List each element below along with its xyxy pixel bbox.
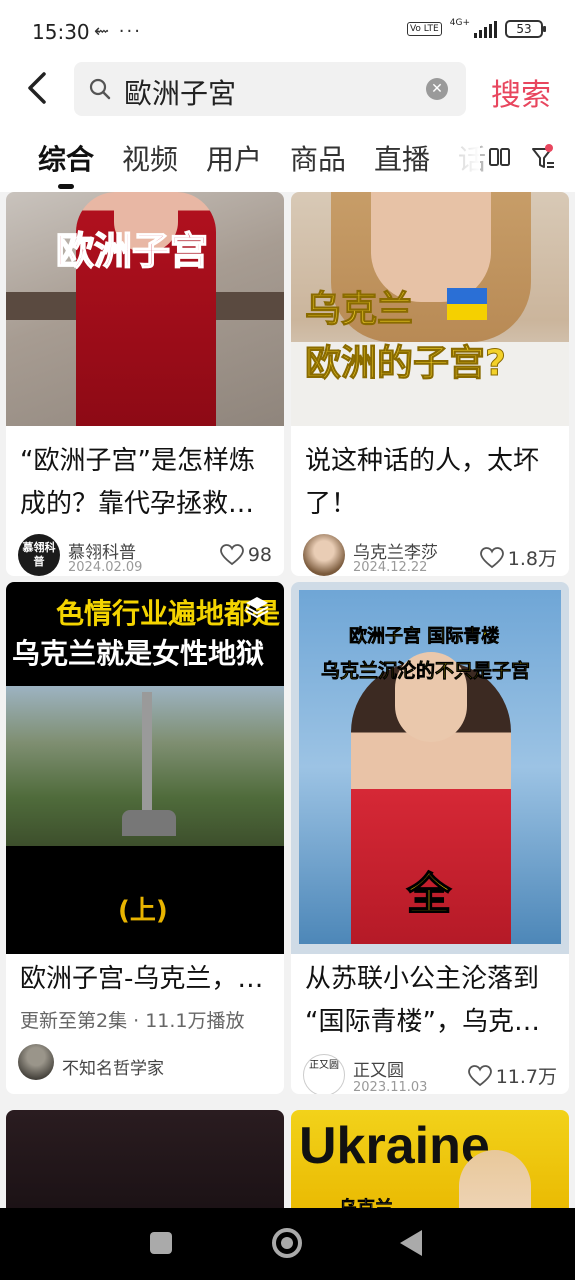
like-count: 1.8万: [507, 548, 557, 570]
heart-icon: [467, 1064, 492, 1086]
result-card[interactable]: 欧洲子宫 国际青楼 乌克兰沉沦的不只是子宫 全 从苏联小公主沦落到 “国际青楼”…: [291, 582, 569, 1094]
result-card[interactable]: [6, 1110, 284, 1208]
post-date: 2024.12.22: [353, 560, 428, 575]
clear-icon[interactable]: ✕: [426, 78, 448, 100]
avatar-text: 正又圆: [309, 1060, 339, 1071]
card-title: 从苏联小公主沦落到 “国际青楼”，乌克…: [305, 958, 557, 1044]
battery-icon: 53: [505, 20, 546, 38]
post-date: 2024.02.09: [68, 560, 143, 575]
tab-comprehensive[interactable]: 综合: [38, 138, 94, 178]
card-title-line: “欧洲子宫”是怎样炼: [20, 446, 255, 476]
card-thumbnail: [6, 1110, 284, 1208]
avatar[interactable]: [303, 534, 345, 576]
thumbnail-caption: 全: [406, 868, 452, 921]
thumbnail-caption: 乌克兰沉沦的不只是子宫: [321, 660, 531, 683]
result-card[interactable]: 乌克兰 欧洲的子宫? 说这种话的人，太坏 了！ 乌克兰李莎 2024.12.22…: [291, 192, 569, 576]
thumbnail-caption: 欧洲子宫: [55, 228, 209, 274]
heart-icon: [219, 544, 244, 566]
card-title: 说这种话的人，太坏 了！: [305, 440, 557, 526]
search-query: 歐洲子宮: [124, 77, 237, 110]
avatar[interactable]: [18, 1044, 54, 1080]
thumbnail-caption: 欧洲的子宫?: [305, 343, 507, 385]
card-title-line: “国际青楼”，乌克…: [305, 1007, 540, 1037]
tab-live[interactable]: 直播: [374, 138, 430, 178]
author-name[interactable]: 不知名哲学家: [62, 1054, 164, 1079]
ukraine-flag-icon: [447, 288, 487, 320]
card-title-line: 说这种话的人，太坏: [305, 446, 540, 476]
layers-icon: [245, 597, 269, 619]
signal-icon: [474, 20, 497, 38]
system-icons: Vo LTE 4G+ 53: [406, 18, 546, 38]
filter-badge-dot: [545, 144, 553, 152]
back-arrow-icon: [28, 72, 46, 104]
author-name[interactable]: 正又圆: [353, 1056, 404, 1081]
search-button[interactable]: 搜索: [491, 70, 551, 114]
results-grid: 欧洲子宫 “欧洲子宫”是怎样炼 成的？靠代孕拯救… 慕翎科普 慕翎科普 2024…: [0, 192, 575, 1208]
card-thumbnail: Ukraine 乌克兰: [291, 1110, 569, 1208]
tab-users[interactable]: 用户: [206, 138, 262, 178]
search-icon: [89, 78, 111, 100]
status-time: 15:30: [32, 20, 90, 44]
card-thumbnail: 欧洲子宫: [6, 192, 284, 426]
thumbnail-caption: 乌克兰: [339, 1194, 394, 1208]
status-bar: 15:30 ⇜ ··· Vo LTE 4G+ 53: [0, 0, 575, 62]
volte-icon: Vo LTE: [406, 22, 442, 36]
notification-icons: ⇜ ···: [94, 21, 142, 42]
search-input[interactable]: 歐洲子宮 ✕: [74, 62, 466, 116]
system-navigation-bar: [0, 1208, 575, 1280]
tab-products[interactable]: 商品: [290, 138, 346, 178]
recent-apps-button[interactable]: [150, 1232, 172, 1254]
card-thumbnail: 欧洲子宫 国际青楼 乌克兰沉沦的不只是子宫 全: [291, 582, 569, 954]
thumbnail-caption: 欧洲子宫 国际青楼: [349, 626, 500, 648]
tab-video[interactable]: 视频: [122, 138, 178, 178]
search-header: 歐洲子宮 ✕ 搜索: [0, 62, 575, 124]
active-tab-indicator: [58, 184, 74, 189]
thumbnail-caption: 乌克兰就是女性地狱: [12, 637, 265, 670]
search-tabs: 综合 视频 用户 商品 直播 话: [0, 124, 575, 192]
avatar[interactable]: 正又圆: [303, 1054, 345, 1094]
card-title-line: 从苏联小公主沦落到: [305, 964, 540, 994]
like-count: 11.7万: [495, 1066, 557, 1088]
result-card[interactable]: Ukraine 乌克兰: [291, 1110, 569, 1208]
card-thumbnail: 乌克兰 欧洲的子宫?: [291, 192, 569, 426]
network-type-label: 4G+: [449, 18, 470, 28]
thumbnail-caption: 乌克兰: [304, 289, 414, 331]
result-card[interactable]: 欧洲子宫 “欧洲子宫”是怎样炼 成的？靠代孕拯救… 慕翎科普 慕翎科普 2024…: [6, 192, 284, 576]
heart-icon: [479, 546, 504, 568]
card-title: “欧洲子宫”是怎样炼 成的？靠代孕拯救…: [20, 440, 272, 526]
like-button[interactable]: 11.7万: [467, 1062, 557, 1089]
card-title-line: 成的？靠代孕拯救…: [20, 489, 255, 519]
like-count: 98: [247, 544, 272, 566]
thumbnail-caption: (上): [118, 896, 168, 926]
home-button[interactable]: [272, 1228, 302, 1258]
filter-button[interactable]: [530, 144, 556, 172]
back-button[interactable]: [22, 68, 62, 112]
card-title-line: 了！: [305, 489, 358, 519]
like-button[interactable]: 1.8万: [479, 544, 557, 571]
card-title-line: 欧洲子宫-乌克兰，…: [20, 964, 264, 994]
tabs-fade: [440, 124, 480, 192]
post-date: 2023.11.03: [353, 1080, 428, 1094]
like-button[interactable]: 98: [219, 544, 272, 566]
system-back-button[interactable]: [400, 1230, 422, 1256]
card-title: 欧洲子宫-乌克兰，…: [20, 958, 272, 1001]
series-meta: 更新至第2集 · 11.1万播放: [20, 1010, 245, 1032]
card-thumbnail: 色情行业遍地都是 乌克兰就是女性地狱 (上): [6, 582, 284, 954]
layout-toggle-icon[interactable]: [488, 146, 512, 170]
thumbnail-caption: Ukraine: [299, 1117, 490, 1175]
avatar[interactable]: 慕翎科普: [18, 534, 60, 576]
result-card[interactable]: 色情行业遍地都是 乌克兰就是女性地狱 (上) 欧洲子宫-乌克兰，… 更新至第2集…: [6, 582, 284, 1094]
avatar-text: 慕翎科普: [22, 541, 56, 568]
